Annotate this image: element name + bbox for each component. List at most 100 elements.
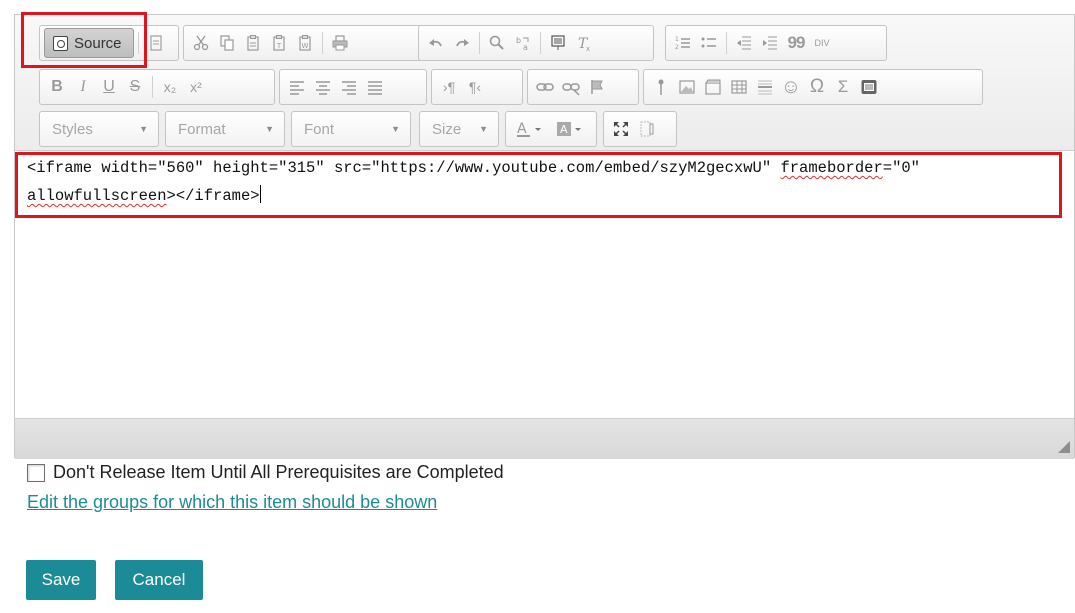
text-color-button[interactable]: A xyxy=(510,116,550,142)
flash-button[interactable] xyxy=(700,74,726,100)
font-dropdown-label: Font xyxy=(304,120,335,138)
toolbar-group-colors: A A xyxy=(505,111,597,147)
svg-text:A: A xyxy=(560,123,568,136)
blockquote-button[interactable]: 99 xyxy=(783,30,809,56)
text-direction-rtl-button[interactable]: ¶‹ xyxy=(462,74,488,100)
rich-text-editor: Source T W b a T x 1 2 99 DIV B I U S x₂… xyxy=(14,14,1075,459)
strikethrough-button[interactable]: S xyxy=(122,74,148,100)
toolbar-separator xyxy=(479,32,480,54)
svg-text:W: W xyxy=(302,42,309,50)
code-line-2: allowfullscreen></iframe> xyxy=(27,185,261,205)
text-direction-ltr-button[interactable]: ›¶ xyxy=(436,74,462,100)
smiley-button[interactable]: ☺ xyxy=(778,74,804,100)
redo-button[interactable] xyxy=(449,30,475,56)
superscript-button[interactable]: x² xyxy=(183,74,209,100)
select-all-icon xyxy=(551,35,565,50)
source-code-area[interactable]: <iframe width="560" height="315" src="ht… xyxy=(15,151,1074,419)
code-line-1-text: <iframe width="560" height="315" src="ht… xyxy=(27,159,781,177)
align-left-icon xyxy=(290,81,304,95)
subscript-button[interactable]: x₂ xyxy=(157,74,183,100)
remove-format-button[interactable]: Tx xyxy=(571,30,597,56)
replace-icon: ba xyxy=(516,36,529,52)
save-button[interactable]: Save xyxy=(26,560,96,600)
toolbar-group-links xyxy=(527,69,639,105)
chevron-down-icon: ▼ xyxy=(139,124,148,134)
maximize-icon xyxy=(614,122,628,136)
align-justify-button[interactable] xyxy=(362,74,388,100)
div-container-button[interactable]: DIV xyxy=(809,30,835,56)
text-cursor xyxy=(259,185,261,203)
preview-button[interactable] xyxy=(143,30,169,56)
size-dropdown[interactable]: Size ▼ xyxy=(419,111,499,147)
prerequisite-option: Don't Release Item Until All Prerequisit… xyxy=(27,462,504,483)
find-button[interactable] xyxy=(484,30,510,56)
horizontal-rule-button[interactable] xyxy=(752,74,778,100)
prerequisite-checkbox[interactable] xyxy=(27,463,45,482)
underline-button[interactable]: U xyxy=(96,74,122,100)
clipboard-icon xyxy=(247,35,259,51)
table-icon xyxy=(731,80,747,94)
toolbar-group-basicstyles: B I U S x₂ x² xyxy=(39,69,275,105)
outdent-icon xyxy=(737,36,751,50)
italic-button[interactable]: I xyxy=(70,74,96,100)
image-button[interactable] xyxy=(674,74,700,100)
cancel-button[interactable]: Cancel xyxy=(115,560,203,600)
toolbar-separator xyxy=(138,32,139,54)
paste-word-button[interactable]: W xyxy=(292,30,318,56)
link-button[interactable] xyxy=(532,74,558,100)
toolbar-group-tools xyxy=(603,111,677,147)
replace-button[interactable]: ba xyxy=(510,30,536,56)
select-all-button[interactable] xyxy=(545,30,571,56)
cut-button[interactable] xyxy=(188,30,214,56)
size-dropdown-label: Size xyxy=(432,120,462,138)
math-button[interactable]: Σ xyxy=(830,74,856,100)
horizontal-rule-icon xyxy=(758,80,772,95)
edit-groups-link[interactable]: Edit the groups for which this item shou… xyxy=(27,492,437,513)
print-button[interactable] xyxy=(327,30,353,56)
iframe-button[interactable] xyxy=(856,74,882,100)
toolbar-separator xyxy=(152,76,153,98)
font-dropdown[interactable]: Font ▼ xyxy=(291,111,411,147)
format-dropdown[interactable]: Format ▼ xyxy=(165,111,285,147)
maximize-button[interactable] xyxy=(608,116,634,142)
paste-text-button[interactable]: T xyxy=(266,30,292,56)
align-center-button[interactable] xyxy=(310,74,336,100)
unlink-button[interactable] xyxy=(558,74,584,100)
svg-text:x: x xyxy=(586,45,590,52)
code-line-1-misspelled: frameborder xyxy=(780,159,883,177)
special-char-button[interactable]: Ω xyxy=(804,74,830,100)
indent-button[interactable] xyxy=(757,30,783,56)
text-color-icon: A xyxy=(517,121,541,137)
table-button[interactable] xyxy=(726,74,752,100)
paste-word-icon: W xyxy=(299,35,311,51)
resize-handle-icon[interactable] xyxy=(1058,441,1070,453)
background-color-button[interactable]: A xyxy=(550,116,590,142)
bulleted-list-icon xyxy=(701,37,716,48)
copy-button[interactable] xyxy=(214,30,240,56)
align-left-button[interactable] xyxy=(284,74,310,100)
svg-text:A: A xyxy=(517,121,527,137)
align-center-icon xyxy=(316,81,330,95)
outdent-button[interactable] xyxy=(731,30,757,56)
numbered-list-button[interactable]: 12 xyxy=(670,30,696,56)
toolbar-separator xyxy=(322,32,323,54)
undo-icon xyxy=(429,39,442,47)
paste-button[interactable] xyxy=(240,30,266,56)
toolbar-group-insert: ☺ Ω Σ xyxy=(643,69,983,105)
source-button[interactable]: Source xyxy=(44,28,134,58)
code-line-2-text: ></iframe> xyxy=(166,187,260,205)
chevron-down-icon: ▼ xyxy=(265,124,274,134)
anchor-button[interactable] xyxy=(584,74,610,100)
undo-button[interactable] xyxy=(423,30,449,56)
toolbar-group-editing: ba Tx xyxy=(418,25,654,61)
styles-dropdown[interactable]: Styles ▼ xyxy=(39,111,159,147)
numbered-list-icon: 12 xyxy=(675,36,690,51)
code-line-2-misspelled: allowfullscreen xyxy=(27,187,167,205)
show-blocks-button[interactable] xyxy=(634,116,660,142)
bulleted-list-button[interactable] xyxy=(696,30,722,56)
bold-button[interactable]: B xyxy=(44,74,70,100)
printer-icon xyxy=(332,35,348,51)
prerequisite-checkbox-label: Don't Release Item Until All Prerequisit… xyxy=(53,462,504,482)
insert-media-button[interactable] xyxy=(648,74,674,100)
align-right-button[interactable] xyxy=(336,74,362,100)
